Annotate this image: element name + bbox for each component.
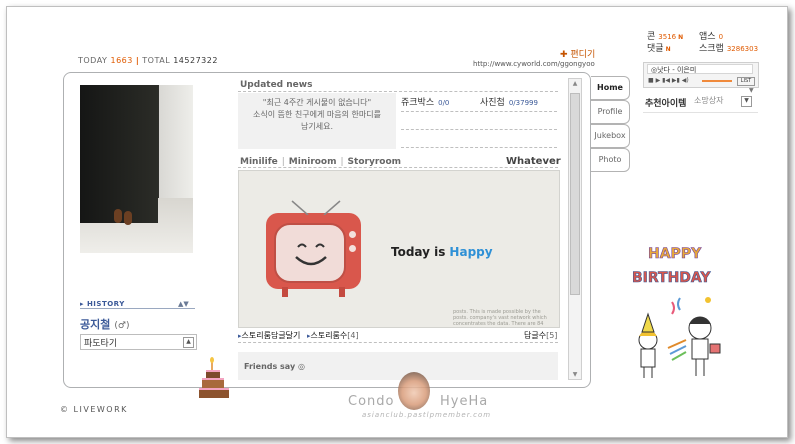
reply-count[interactable]: 답글수[5] [524,330,557,341]
miniroom-canvas[interactable]: Today is Happy posts. This is made possib… [238,170,560,328]
svg-text:BIRTHDAY: BIRTHDAY [632,270,711,286]
music-player: ◎낫다 - 이은미 ■ ▶ ▮◀ ▶▮ ◀) LIST [643,62,759,88]
banner-text: Today is Happy [391,245,493,259]
divider [80,308,195,309]
scrollbar[interactable]: ▲ ▼ [568,78,582,380]
owner-name[interactable]: 공지철 (♂) [80,316,129,332]
kids-party-illustration [638,297,721,378]
miniroom-tabs: Minilife | Miniroom | Storyroom [240,157,402,167]
tab-profile[interactable]: Profile [591,100,630,124]
scroll-thumb[interactable] [570,93,580,295]
tab-storyroom[interactable]: Storyroom [348,157,401,167]
tab-home[interactable]: Home [591,76,630,100]
recommend-label: 추천아이템 [645,99,687,109]
watermark-avatar [398,372,430,410]
profile-photo[interactable] [80,85,193,253]
happy-birthday-lettering: HAPPY BIRTHDAY [632,246,712,287]
watermark-right: HyeHa [440,394,489,409]
storyroom-comment-link[interactable]: 스토리룸담글달기 [242,331,301,340]
smiley-icon [295,243,327,266]
svg-text:HAPPY: HAPPY [648,246,702,262]
jukebox-stat[interactable]: 쥬크박스 0/0 [401,95,449,108]
updated-news-title: Updated news [240,80,313,90]
player-controls[interactable]: ■ ▶ ▮◀ ▶▮ ◀) [648,77,689,84]
scroll-down-icon[interactable]: ▼ [569,371,581,378]
playlist-button[interactable]: LIST [737,77,755,86]
history-label[interactable]: ▸ HISTORY [80,300,125,308]
chevron-down-icon[interactable]: ▼ [741,96,752,107]
mood-label: Whatever [506,156,561,167]
volume-slider[interactable] [702,80,732,82]
tv-illustration [266,200,361,297]
wave-dropdown[interactable]: 파도타기 ▲ [80,334,197,350]
today-label: TODAY [78,56,108,65]
watermark-left: Condo [348,394,395,409]
scroll-up-icon[interactable]: ▲ [569,80,581,87]
edit-link[interactable]: ✚ 편디기 [560,47,595,60]
chevron-up-icon[interactable]: ▲ [183,337,194,348]
tab-minilife[interactable]: Minilife [240,157,278,167]
birthday-cake-icon [199,357,229,398]
footer-brand: © LIVEWORK [60,405,128,414]
counter-scrap[interactable]: 스크랩 3286303 [699,41,758,54]
total-label: TOTAL [142,56,171,65]
antenna-icon [291,200,341,215]
friends-say-box[interactable]: Friends say ◎ [238,352,558,380]
gender-mark: (♂) [114,321,130,331]
photos-stat[interactable]: 사진첩 0/37999 [480,95,538,108]
visitor-counter: TODAY 1663 | TOTAL 14527322 [78,56,218,65]
storyroom-count-link[interactable]: 스토리룸수[4] [310,331,358,340]
watermark-sub: asianclub.pastlpmember.com [362,411,492,419]
recommend-select[interactable]: 소망상자 ▼ [694,95,752,107]
tab-jukebox[interactable]: Jukebox [591,124,630,148]
story-links: ▸스토리룸담글달기 ▸스토리룸수[4] [238,331,359,340]
now-playing[interactable]: ◎낫다 - 이은미 [647,64,753,74]
fine-print: posts. This is made possible by the post… [453,309,547,327]
today-count: 1663 [110,56,133,65]
tab-miniroom[interactable]: Miniroom [289,157,337,167]
player-dropdown-icon[interactable]: ▼ [749,87,754,94]
updated-news-empty: "최근 4주간 게시물이 없습니다" 소식이 뜸한 친구에게 마음의 한마디를 … [238,93,396,149]
total-count: 14527322 [173,56,218,65]
tab-photo[interactable]: Photo [591,148,630,172]
history-toggle-icon[interactable]: ▲▼ [178,300,189,308]
counter-comments[interactable]: 댓글 N [647,41,671,54]
homepage-url[interactable]: http://www.cyworld.com/ggongyoo [473,60,595,68]
